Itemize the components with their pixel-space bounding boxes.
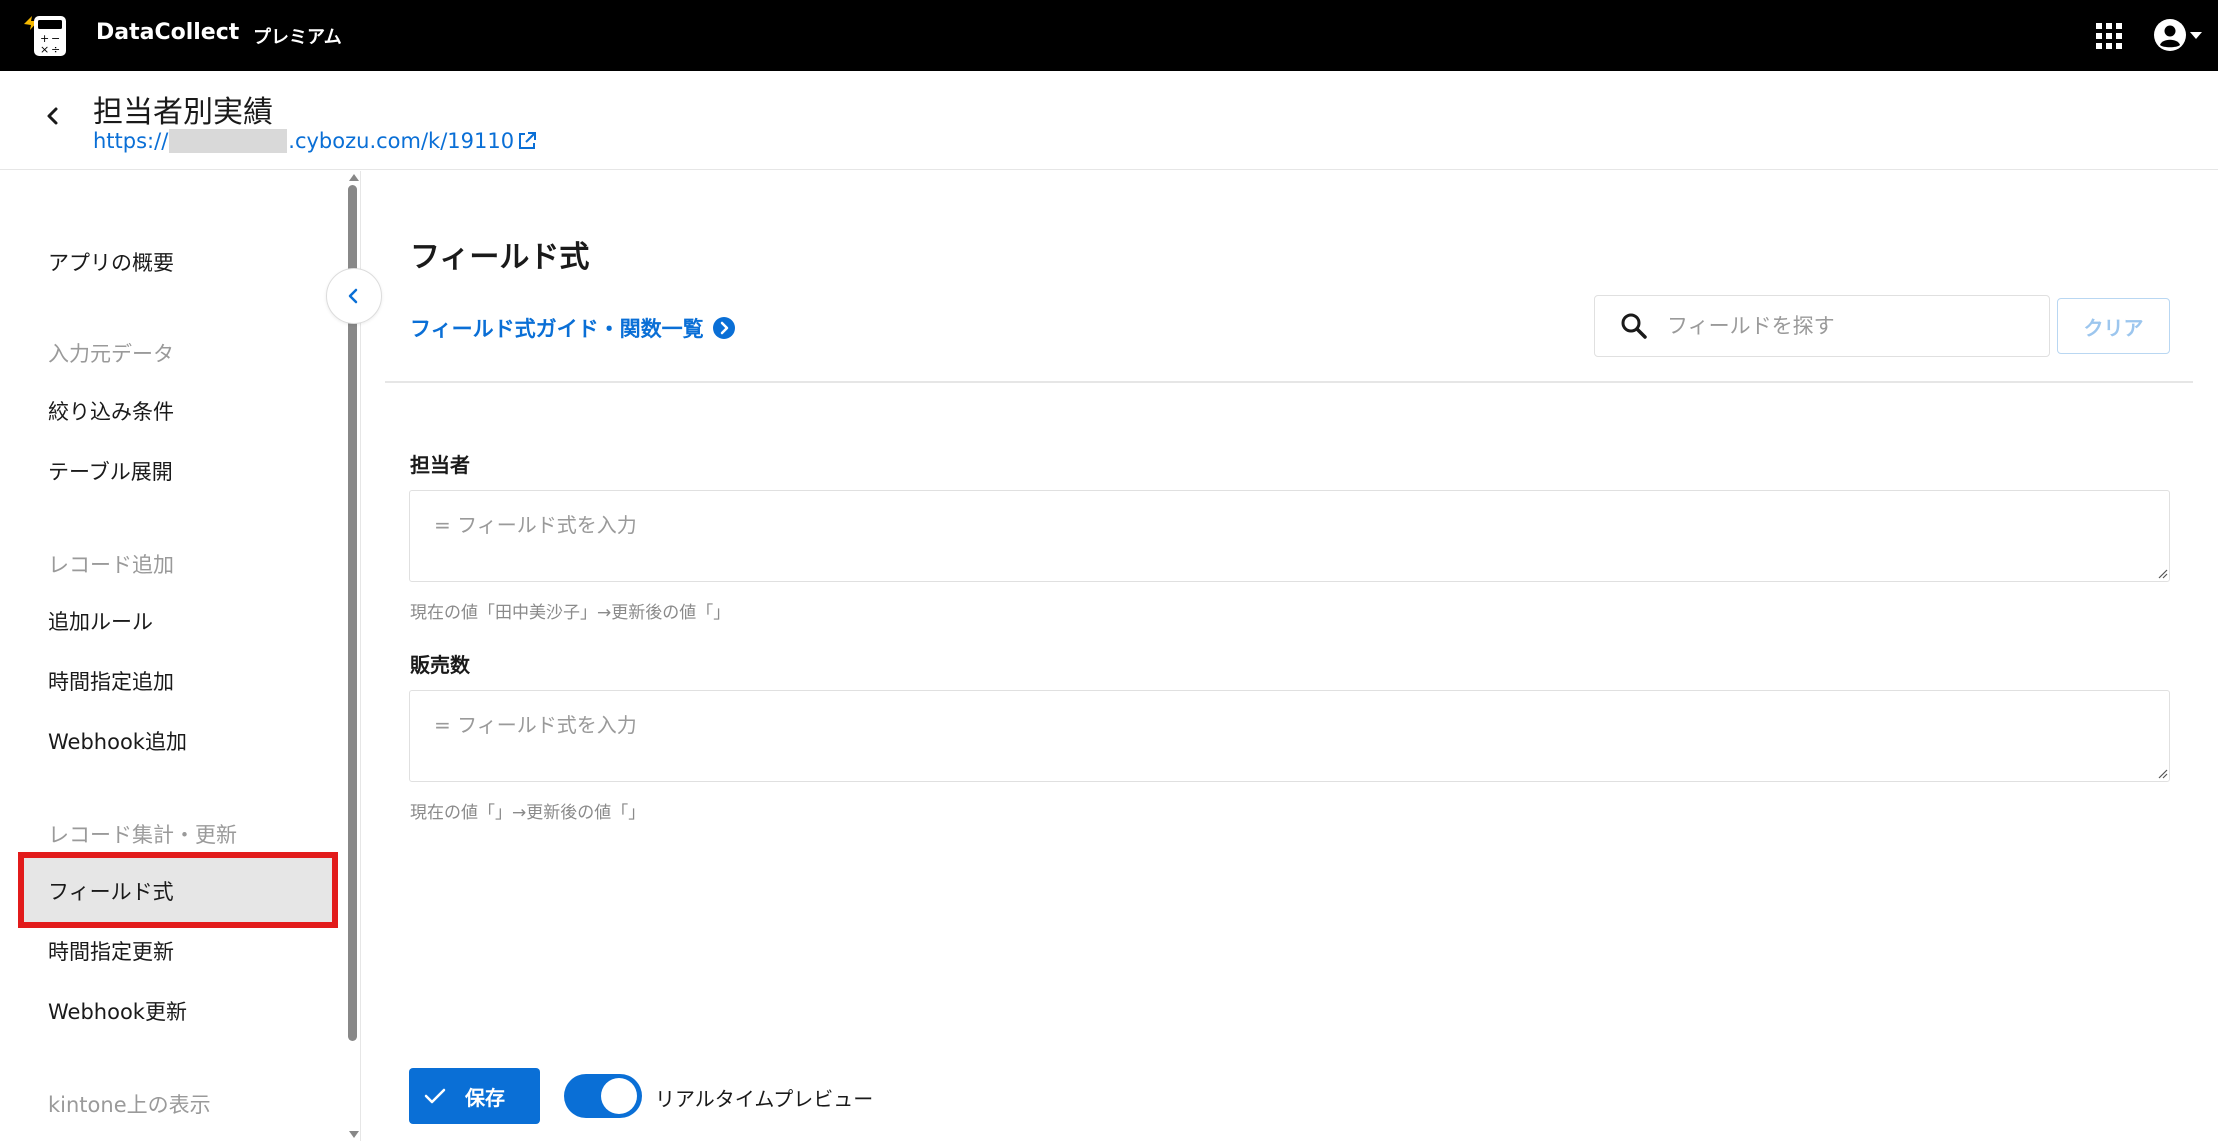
app-header: 担当者別実績 https:// .cybozu.com/k/19110	[0, 71, 2218, 170]
save-button[interactable]: 保存	[409, 1068, 540, 1124]
datacollect-logo-icon: + − × ÷	[24, 16, 66, 56]
realtime-preview-toggle[interactable]	[564, 1074, 642, 1118]
field-preview-sales-count: 現在の値「」→更新後の値「」	[410, 803, 646, 823]
clear-button[interactable]: クリア	[2057, 298, 2170, 354]
back-button[interactable]	[38, 101, 68, 131]
sidebar-item-app-overview[interactable]: アプリの概要	[48, 247, 174, 277]
sidebar-item-scheduled-update[interactable]: 時間指定更新	[48, 936, 174, 966]
field-label-assignee: 担当者	[410, 453, 470, 477]
sidebar-item-webhook-add[interactable]: Webhook追加	[48, 726, 187, 756]
chevron-down-icon[interactable]	[2190, 32, 2202, 39]
field-search-input[interactable]	[1667, 314, 2027, 338]
chevron-left-icon	[348, 288, 358, 304]
svg-text:÷: ÷	[51, 43, 60, 56]
sidebar-section-record-add: レコード追加	[48, 553, 174, 577]
url-suffix: .cybozu.com/k/19110	[288, 129, 515, 153]
search-icon	[1621, 313, 1647, 339]
sidebar-item-webhook-update[interactable]: Webhook更新	[48, 996, 187, 1026]
resize-grip-icon[interactable]	[2156, 767, 2168, 779]
formula-guide-label: フィールド式ガイド・関数一覧	[410, 317, 704, 341]
page-title: フィールド式	[410, 240, 590, 275]
sidebar-section-record-aggregate: レコード集計・更新	[48, 823, 237, 847]
external-link-icon	[519, 132, 537, 149]
brand-name: DataCollect	[96, 20, 240, 45]
sidebar-item-scheduled-add[interactable]: 時間指定追加	[48, 666, 174, 696]
save-button-label: 保存	[465, 1085, 505, 1110]
field-search-box	[1594, 295, 2050, 357]
field-preview-assignee: 現在の値「田中美沙子」→更新後の値「」	[410, 603, 731, 623]
svg-text:×: ×	[40, 43, 49, 56]
section-divider	[385, 381, 2193, 383]
top-bar: + − × ÷ DataCollect プレミアム	[0, 0, 2218, 71]
sidebar-collapse-button[interactable]	[326, 268, 382, 324]
field-label-sales-count: 販売数	[410, 653, 470, 677]
sidebar-section-input-data: 入力元データ	[48, 342, 174, 366]
arrow-circle-right-icon	[712, 317, 735, 339]
toggle-knob	[601, 1078, 637, 1114]
formula-input-assignee[interactable]	[409, 490, 2170, 582]
scroll-up-arrow-icon[interactable]	[349, 174, 359, 181]
account-circle-icon[interactable]	[2153, 18, 2187, 52]
url-redacted-mask	[169, 129, 288, 153]
formula-guide-link[interactable]: フィールド式ガイド・関数一覧	[410, 313, 736, 343]
plan-badge: プレミアム	[253, 27, 342, 48]
check-icon	[424, 1088, 446, 1104]
grid-apps-icon[interactable]	[2095, 22, 2123, 50]
realtime-preview-label: リアルタイムプレビュー	[655, 1087, 874, 1111]
url-prefix: https://	[93, 129, 169, 153]
sidebar-item-filter[interactable]: 絞り込み条件	[48, 396, 174, 426]
app-title: 担当者別実績	[93, 95, 273, 130]
sidebar-section-kintone-display: kintone上の表示	[48, 1093, 211, 1117]
sidebar-item-table-expand[interactable]: テーブル展開	[48, 456, 173, 486]
formula-input-sales-count[interactable]	[409, 690, 2170, 782]
scroll-down-arrow-icon[interactable]	[349, 1131, 359, 1138]
sidebar: アプリの概要 入力元データ 絞り込み条件 テーブル展開 レコード追加 追加ルール…	[0, 171, 345, 1141]
sidebar-item-field-formula[interactable]: フィールド式	[48, 876, 174, 906]
sidebar-item-add-rule[interactable]: 追加ルール	[48, 606, 153, 636]
resize-grip-icon[interactable]	[2156, 567, 2168, 579]
app-url-link[interactable]: https:// .cybozu.com/k/19110	[93, 129, 537, 153]
